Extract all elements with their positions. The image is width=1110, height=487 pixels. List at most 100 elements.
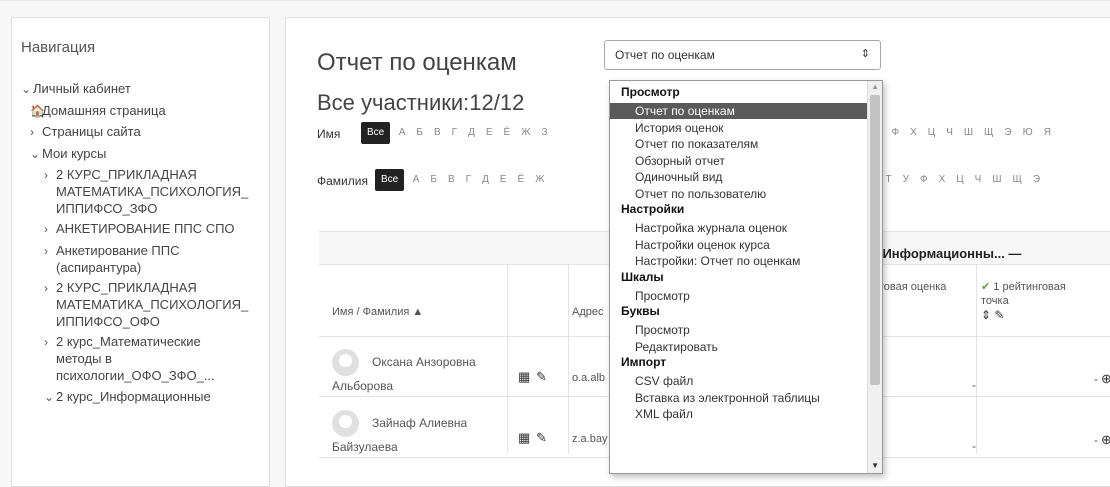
filter-letter[interactable]: Б bbox=[425, 169, 443, 191]
filter-letter[interactable]: Е bbox=[494, 169, 512, 191]
student-last-name[interactable]: Байзулаева bbox=[332, 440, 398, 454]
name-column-header[interactable]: Имя / Фамилия ▲ bbox=[332, 306, 423, 318]
dropdown-option[interactable]: Настройки: Отчет по оценкам bbox=[610, 253, 868, 269]
dropdown-option[interactable]: Редактировать bbox=[610, 339, 868, 355]
sidebar-item[interactable]: ⌄ Мои курсы bbox=[30, 146, 106, 162]
filter-letter[interactable]: Г bbox=[460, 169, 476, 191]
filter-letter[interactable]: Ё bbox=[512, 169, 530, 191]
filter-letter[interactable]: Ф bbox=[886, 122, 905, 144]
dropdown-option[interactable]: Настройки оценок курса bbox=[610, 237, 868, 253]
filter-letter[interactable]: А bbox=[393, 122, 411, 144]
report-select-dropdown[interactable]: Просмотр Отчет по оценкам История оценок От… bbox=[609, 80, 883, 474]
sidebar-item[interactable]: методы в bbox=[56, 351, 112, 367]
sidebar-item[interactable]: ИППИФСО_ОФО bbox=[56, 314, 160, 330]
table-grid-icon[interactable]: ▦ bbox=[518, 430, 530, 446]
sidebar-item-label: 2 курс_Информационные bbox=[56, 389, 211, 404]
dropdown-option[interactable]: Настройка журнала оценок bbox=[610, 220, 868, 236]
filter-letter[interactable]: Ф bbox=[914, 169, 933, 191]
dropdown-option[interactable]: Вставка из электронной таблицы bbox=[610, 390, 868, 406]
chevron-down-icon: ⌄ bbox=[30, 147, 41, 161]
sidebar-item[interactable]: (аспирантура) bbox=[56, 260, 141, 276]
filter-letter[interactable]: В bbox=[442, 169, 460, 191]
email-column-header[interactable]: Адрес bbox=[572, 306, 604, 318]
filter-letter[interactable]: З bbox=[536, 122, 553, 144]
filter-letter[interactable]: Ш bbox=[987, 169, 1007, 191]
sidebar-item[interactable]: › 2 КУРС_ПРИКЛАДНАЯ bbox=[44, 280, 197, 296]
scrollbar-thumb[interactable] bbox=[870, 95, 880, 385]
sidebar-item[interactable]: › 2 курс_Математические bbox=[44, 334, 201, 350]
scroll-up-arrow-icon[interactable]: ▲ bbox=[871, 82, 879, 91]
dropdown-option[interactable]: Одиночный вид bbox=[610, 169, 868, 185]
chevron-right-icon: › bbox=[44, 168, 48, 182]
filter-letter[interactable]: Э bbox=[999, 122, 1017, 144]
filter-letter[interactable]: А bbox=[407, 169, 425, 191]
filter-letter[interactable]: Ю bbox=[1017, 122, 1038, 144]
zoom-icon[interactable]: ⊕ bbox=[1101, 432, 1110, 448]
filter-letter[interactable]: Ц bbox=[951, 169, 969, 191]
sidebar-item[interactable]: МАТЕМАТИКА_ПСИХОЛОГИЯ_ bbox=[56, 184, 248, 200]
student-last-name[interactable]: Альборова bbox=[332, 379, 393, 393]
rating-point-label: 1 рейтинговая bbox=[993, 281, 1066, 293]
pencil-icon[interactable]: ✎ bbox=[536, 369, 547, 385]
filter-letter[interactable]: Я bbox=[1038, 122, 1056, 144]
dropdown-scrollbar[interactable]: ▲ ▼ bbox=[867, 81, 882, 473]
filter-letter[interactable]: Х bbox=[933, 169, 951, 191]
sidebar-item[interactable]: › Анкетирование ППС bbox=[44, 243, 180, 259]
rating-point-icons[interactable]: ⇕ ✎ bbox=[981, 308, 1004, 322]
sidebar-item[interactable]: › 2 КУРС_ПРИКЛАДНАЯ bbox=[44, 167, 197, 183]
filter-letter[interactable]: Ж bbox=[530, 169, 550, 191]
sidebar-item[interactable]: ИППИФСО_ЗФО bbox=[56, 201, 157, 217]
sidebar-item-label: 2 КУРС_ПРИКЛАДНАЯ bbox=[56, 280, 197, 295]
dropdown-option[interactable]: Отчет по оценкам bbox=[610, 103, 868, 119]
filter-letter[interactable]: Ш bbox=[958, 122, 978, 144]
dropdown-option[interactable]: XML файл bbox=[610, 406, 868, 422]
filter-letter[interactable]: Ч bbox=[941, 122, 959, 144]
scroll-down-arrow-icon[interactable]: ▼ bbox=[871, 461, 879, 470]
filter-letter[interactable]: Е bbox=[480, 122, 498, 144]
student-first-name[interactable]: Зайнаф Алиевна bbox=[372, 416, 467, 430]
table-grid-icon[interactable]: ▦ bbox=[518, 369, 530, 385]
category-title[interactable]: с_Информационны... — bbox=[868, 246, 1021, 261]
filter-letter[interactable]: Ч bbox=[969, 169, 987, 191]
page-title: Отчет по оценкам bbox=[317, 49, 517, 76]
chevron-right-icon: › bbox=[44, 244, 48, 258]
dropdown-option[interactable]: Отчет по пользователю bbox=[610, 186, 868, 202]
dropdown-option[interactable]: Отчет по показателям bbox=[610, 136, 868, 152]
filter-letter[interactable]: Щ bbox=[979, 122, 999, 144]
sidebar-item[interactable]: 🏠Домашняя страница bbox=[30, 103, 166, 119]
filter-letter[interactable]: Ж bbox=[516, 122, 536, 144]
rating-point-header[interactable]: ✔ 1 рейтинговая точка ⇕ ✎ bbox=[981, 280, 1101, 323]
dropdown-option[interactable]: CSV файл bbox=[610, 373, 868, 389]
filter-letter[interactable]: Х bbox=[905, 122, 923, 144]
filter-letter[interactable]: Д bbox=[477, 169, 495, 191]
filter-letter[interactable]: В bbox=[428, 122, 446, 144]
dropdown-option[interactable]: Обзорный отчет bbox=[610, 153, 868, 169]
filter-all-button[interactable]: Все bbox=[375, 169, 405, 191]
filter-letter[interactable]: Б bbox=[411, 122, 429, 144]
filter-letter[interactable]: Д bbox=[463, 122, 481, 144]
pencil-icon[interactable]: ✎ bbox=[536, 430, 547, 446]
student-email: z.a.bay bbox=[572, 433, 608, 445]
sidebar-item[interactable]: › Страницы сайта bbox=[30, 124, 141, 140]
filter-letter[interactable]: Щ bbox=[1007, 169, 1027, 191]
sidebar-item-label: Домашняя страница bbox=[42, 103, 166, 118]
sidebar-item[interactable]: ⌄ Личный кабинет bbox=[21, 81, 131, 97]
filter-letter[interactable]: Г bbox=[446, 122, 462, 144]
dropdown-option[interactable]: Просмотр bbox=[610, 322, 868, 338]
filter-letter[interactable]: Ц bbox=[922, 122, 940, 144]
sidebar-item[interactable]: ⌄ 2 курс_Информационные bbox=[44, 389, 211, 405]
dropdown-option[interactable]: Просмотр bbox=[610, 288, 868, 304]
student-first-name[interactable]: Оксана Анзоровна bbox=[372, 355, 476, 369]
student-email: o.a.alb bbox=[572, 372, 606, 384]
filter-letter[interactable]: Ё bbox=[498, 122, 516, 144]
dropdown-option[interactable]: История оценок bbox=[610, 120, 868, 136]
zoom-icon[interactable]: ⊕ bbox=[1101, 371, 1110, 387]
sidebar-item[interactable]: психологии_ОФО_ЗФО_... bbox=[56, 368, 215, 384]
report-select[interactable]: Отчет по оценкам ⇕ bbox=[604, 40, 881, 70]
sidebar-item[interactable]: › АНКЕТИРОВАНИЕ ППС СПО bbox=[44, 221, 235, 237]
filter-letter[interactable]: У bbox=[897, 169, 914, 191]
first-name-letter-filter: Все А Б В Г Д Е Ё Ж З bbox=[361, 122, 553, 144]
filter-letter[interactable]: Э bbox=[1027, 169, 1045, 191]
sidebar-item[interactable]: МАТЕМАТИКА_ПСИХОЛОГИЯ_ bbox=[56, 297, 248, 313]
filter-all-button[interactable]: Все bbox=[361, 122, 391, 144]
